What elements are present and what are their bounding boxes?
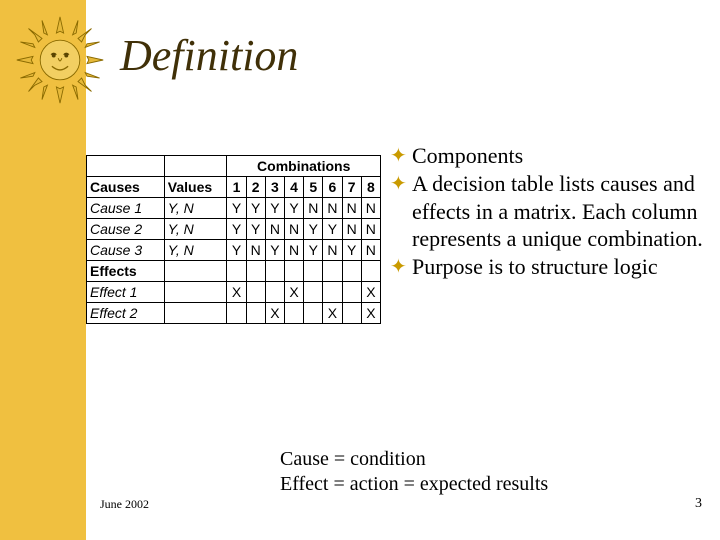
bullet-text: A decision table lists causes and effect… [412, 170, 710, 253]
bullet-icon: ✦ [390, 170, 412, 253]
table-row: Cause 2 Y, N Y Y N N Y Y N N [87, 219, 381, 240]
bullet-text: Components [412, 142, 710, 170]
slide-title: Definition [120, 30, 298, 81]
bullet-list: ✦ Components ✦ A decision table lists ca… [390, 142, 710, 281]
list-item: ✦ Components [390, 142, 710, 170]
footer-date: June 2002 [100, 497, 149, 512]
bullet-icon: ✦ [390, 142, 412, 170]
equation-line: Effect = action = expected results [280, 472, 548, 497]
table-row: Effect 2 X X X [87, 303, 381, 324]
bullet-icon: ✦ [390, 253, 412, 281]
table-row: Cause 1 Y, N Y Y Y Y N N N N [87, 198, 381, 219]
table-row: Cause 3 Y, N Y N Y N Y N Y N [87, 240, 381, 261]
combinations-header: Combinations [227, 156, 381, 177]
table-row: Effect 1 X X X [87, 282, 381, 303]
equations-block: Cause = condition Effect = action = expe… [280, 447, 548, 497]
causes-header: Causes [87, 177, 165, 198]
table-row: Combinations [87, 156, 381, 177]
footer-page-number: 3 [695, 496, 702, 512]
decision-table: Combinations Causes Values 1 2 3 4 5 6 7… [86, 155, 381, 324]
equation-line: Cause = condition [280, 447, 548, 472]
sun-icon [15, 15, 105, 105]
bullet-text: Purpose is to structure logic [412, 253, 710, 281]
list-item: ✦ Purpose is to structure logic [390, 253, 710, 281]
effects-header: Effects [87, 261, 165, 282]
table-row: Effects [87, 261, 381, 282]
values-header: Values [164, 177, 227, 198]
table-row: Causes Values 1 2 3 4 5 6 7 8 [87, 177, 381, 198]
list-item: ✦ A decision table lists causes and effe… [390, 170, 710, 253]
